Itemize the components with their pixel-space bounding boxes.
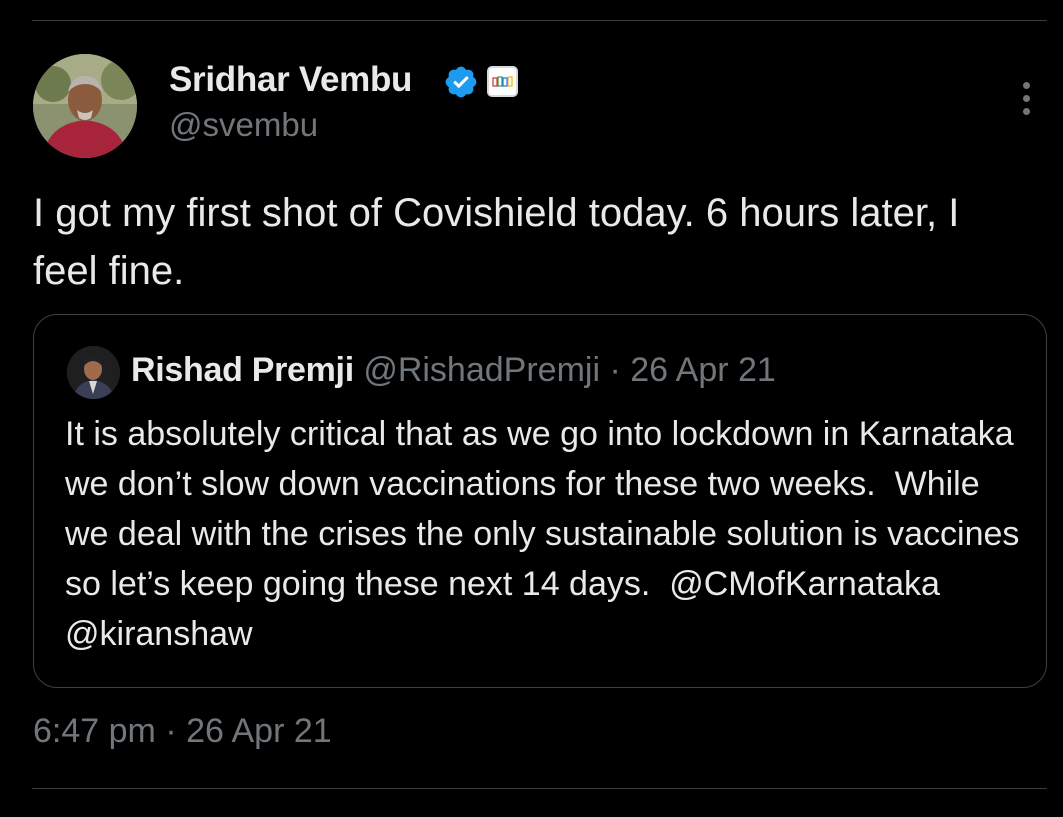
bottom-divider: [32, 788, 1047, 789]
quote-header: Rishad Premji @RishadPremji · 26 Apr 21: [131, 351, 776, 390]
more-dot: [1022, 107, 1030, 115]
quote-author-name[interactable]: Rishad Premji: [131, 351, 354, 389]
tweet-date[interactable]: 26 Apr 21: [186, 712, 332, 750]
zoho-logo-icon[interactable]: [487, 66, 518, 97]
top-divider: [32, 20, 1047, 21]
quoted-tweet-card[interactable]: Rishad Premji @RishadPremji · 26 Apr 21 …: [33, 314, 1047, 688]
quote-date[interactable]: 26 Apr 21: [630, 351, 776, 389]
tweet-timestamp[interactable]: 6:47 pm · 26 Apr 21: [33, 712, 332, 751]
quote-author-avatar[interactable]: [67, 346, 120, 399]
tweet-text: I got my first shot of Covishield today.…: [33, 191, 960, 293]
more-options-icon[interactable]: [1011, 76, 1041, 120]
author-avatar[interactable]: [33, 54, 137, 158]
tweet-time[interactable]: 6:47 pm: [33, 712, 156, 750]
timestamp-separator: ·: [165, 712, 177, 750]
author-handle[interactable]: @svembu: [169, 106, 318, 144]
quote-text: It is absolutely critical that as we go …: [65, 415, 1029, 653]
quote-author-handle[interactable]: @RishadPremji: [363, 351, 600, 389]
more-dot: [1022, 94, 1030, 102]
author-name[interactable]: Sridhar Vembu: [169, 60, 412, 100]
more-dot: [1022, 81, 1030, 89]
verified-badge-icon: [445, 66, 477, 98]
quote-separator: ·: [609, 351, 621, 389]
